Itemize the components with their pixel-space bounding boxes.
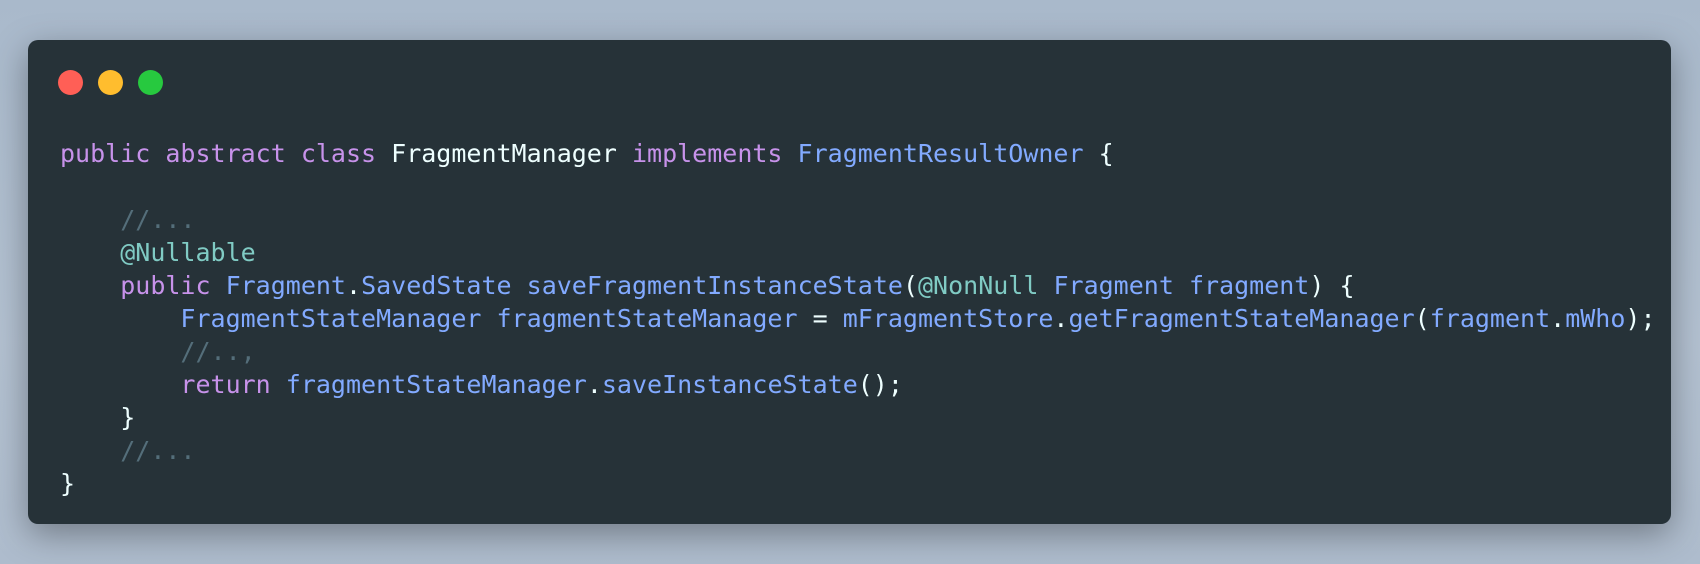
- code-block: public abstract class FragmentManager im…: [60, 137, 1656, 500]
- code-token: abstract: [165, 139, 301, 168]
- code-token: .: [1053, 304, 1069, 333]
- code-line: return fragmentStateManager.saveInstance…: [60, 368, 1656, 401]
- code-line: FragmentStateManager fragmentStateManage…: [60, 302, 1656, 335]
- code-token: {: [1083, 139, 1114, 168]
- code-token: );: [1625, 304, 1656, 333]
- code-token: FragmentStateManager: [180, 304, 497, 333]
- code-token: saveInstanceState: [601, 370, 858, 399]
- code-token: SavedState: [361, 271, 527, 300]
- code-line: //..,: [60, 335, 1656, 368]
- code-token: fragmentStateManager: [496, 304, 798, 333]
- code-token: FragmentManager: [391, 139, 632, 168]
- code-line: public abstract class FragmentManager im…: [60, 137, 1656, 170]
- code-token: class: [300, 139, 392, 168]
- code-token: .: [586, 370, 602, 399]
- window-controls: [58, 70, 163, 95]
- code-line: public Fragment.SavedState saveFragmentI…: [60, 269, 1656, 302]
- code-token: fragmentStateManager: [285, 370, 587, 399]
- code-line: }: [60, 467, 1656, 500]
- code-token: public: [120, 271, 226, 300]
- code-token: fragment: [1188, 271, 1310, 300]
- code-token: public: [60, 139, 166, 168]
- code-token: (: [902, 271, 918, 300]
- code-token: getFragmentStateManager: [1068, 304, 1415, 333]
- code-token: Fragment: [225, 271, 346, 300]
- code-token: //...: [120, 436, 196, 465]
- code-token: }: [60, 403, 136, 432]
- code-token: implements: [631, 139, 798, 168]
- code-line: //...: [60, 434, 1656, 467]
- code-token: (: [1414, 304, 1430, 333]
- code-token: =: [797, 304, 843, 333]
- code-token: mFragmentStore: [842, 304, 1054, 333]
- code-token: mWho: [1565, 304, 1626, 333]
- code-token: return: [180, 370, 286, 399]
- minimize-dot-icon[interactable]: [98, 70, 123, 95]
- code-token: //..,: [180, 337, 256, 366]
- close-dot-icon[interactable]: [58, 70, 83, 95]
- code-token: saveFragmentInstanceState: [526, 271, 903, 300]
- code-window: public abstract class FragmentManager im…: [28, 40, 1671, 524]
- code-token: Fragment: [1053, 271, 1189, 300]
- code-token: ) {: [1309, 271, 1355, 300]
- code-token: ();: [857, 370, 903, 399]
- code-line: @Nullable: [60, 236, 1656, 269]
- code-token: }: [60, 469, 76, 498]
- code-line: //...: [60, 203, 1656, 236]
- code-token: .: [1550, 304, 1566, 333]
- code-line: }: [60, 401, 1656, 434]
- code-token: .: [346, 271, 362, 300]
- code-token: @NonNull: [918, 271, 1054, 300]
- code-token: FragmentResultOwner: [797, 139, 1084, 168]
- zoom-dot-icon[interactable]: [138, 70, 163, 95]
- code-token: @Nullable: [120, 238, 256, 267]
- code-token: //...: [120, 205, 196, 234]
- code-token: fragment: [1429, 304, 1551, 333]
